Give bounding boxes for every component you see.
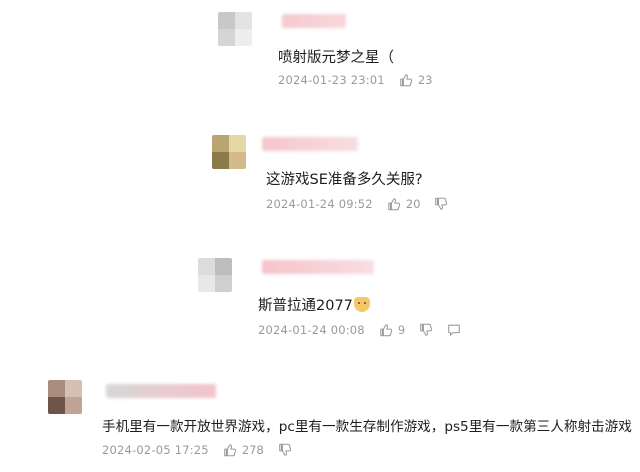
thumbs-down-icon xyxy=(435,197,448,210)
thumbs-up-icon xyxy=(400,74,412,87)
username-blurred[interactable] xyxy=(106,384,216,398)
reply-button[interactable] xyxy=(447,323,461,337)
avatar[interactable] xyxy=(48,380,82,414)
comment-timestamp: 2024-01-24 00:08 xyxy=(258,323,365,337)
like-count: 9 xyxy=(397,323,406,337)
username-blurred[interactable] xyxy=(262,260,374,274)
thumbs-up-icon xyxy=(380,324,392,337)
comment-text-content: 斯普拉通2077 xyxy=(258,298,353,314)
comment-timestamp: 2024-02-05 17:25 xyxy=(102,443,209,457)
thumbs-down-icon xyxy=(420,323,433,336)
like-count: 23 xyxy=(417,73,433,87)
comment-timestamp: 2024-01-23 23:01 xyxy=(278,73,385,87)
comment-timestamp: 2024-01-24 09:52 xyxy=(266,197,373,211)
comment-meta: 2024-01-24 09:52 20 xyxy=(266,197,448,211)
emoji-icon xyxy=(353,297,370,312)
thumbs-up-icon xyxy=(224,444,236,457)
dislike-button[interactable] xyxy=(434,197,448,211)
comment-text: 这游戏SE准备多久关服? xyxy=(266,172,423,188)
username-blurred[interactable] xyxy=(262,137,358,151)
like-button[interactable]: 23 xyxy=(399,73,433,87)
like-count: 20 xyxy=(405,197,421,211)
like-button[interactable]: 278 xyxy=(223,443,264,457)
comment-meta: 2024-01-23 23:01 23 xyxy=(278,73,432,87)
dislike-button[interactable] xyxy=(278,443,292,457)
comment-meta: 2024-01-24 00:08 9 xyxy=(258,323,461,337)
comment-icon xyxy=(448,324,460,336)
avatar[interactable] xyxy=(212,135,246,169)
avatar[interactable] xyxy=(198,258,232,292)
comment-meta: 2024-02-05 17:25 278 xyxy=(102,443,292,457)
thumbs-down-icon xyxy=(279,443,291,456)
like-count: 278 xyxy=(241,443,264,457)
thumbs-up-icon xyxy=(388,198,400,211)
username-blurred[interactable] xyxy=(282,14,346,28)
like-button[interactable]: 20 xyxy=(387,197,421,211)
avatar[interactable] xyxy=(218,12,252,46)
comment-text: 手机里有一款开放世界游戏，pc里有一款生存制作游戏，ps5里有一款第三人称射击游… xyxy=(102,419,632,435)
comment-text: 喷射版元梦之星（ xyxy=(278,50,394,66)
like-button[interactable]: 9 xyxy=(379,323,405,337)
dislike-button[interactable] xyxy=(419,323,433,337)
comment-text: 斯普拉通2077 xyxy=(258,294,370,315)
